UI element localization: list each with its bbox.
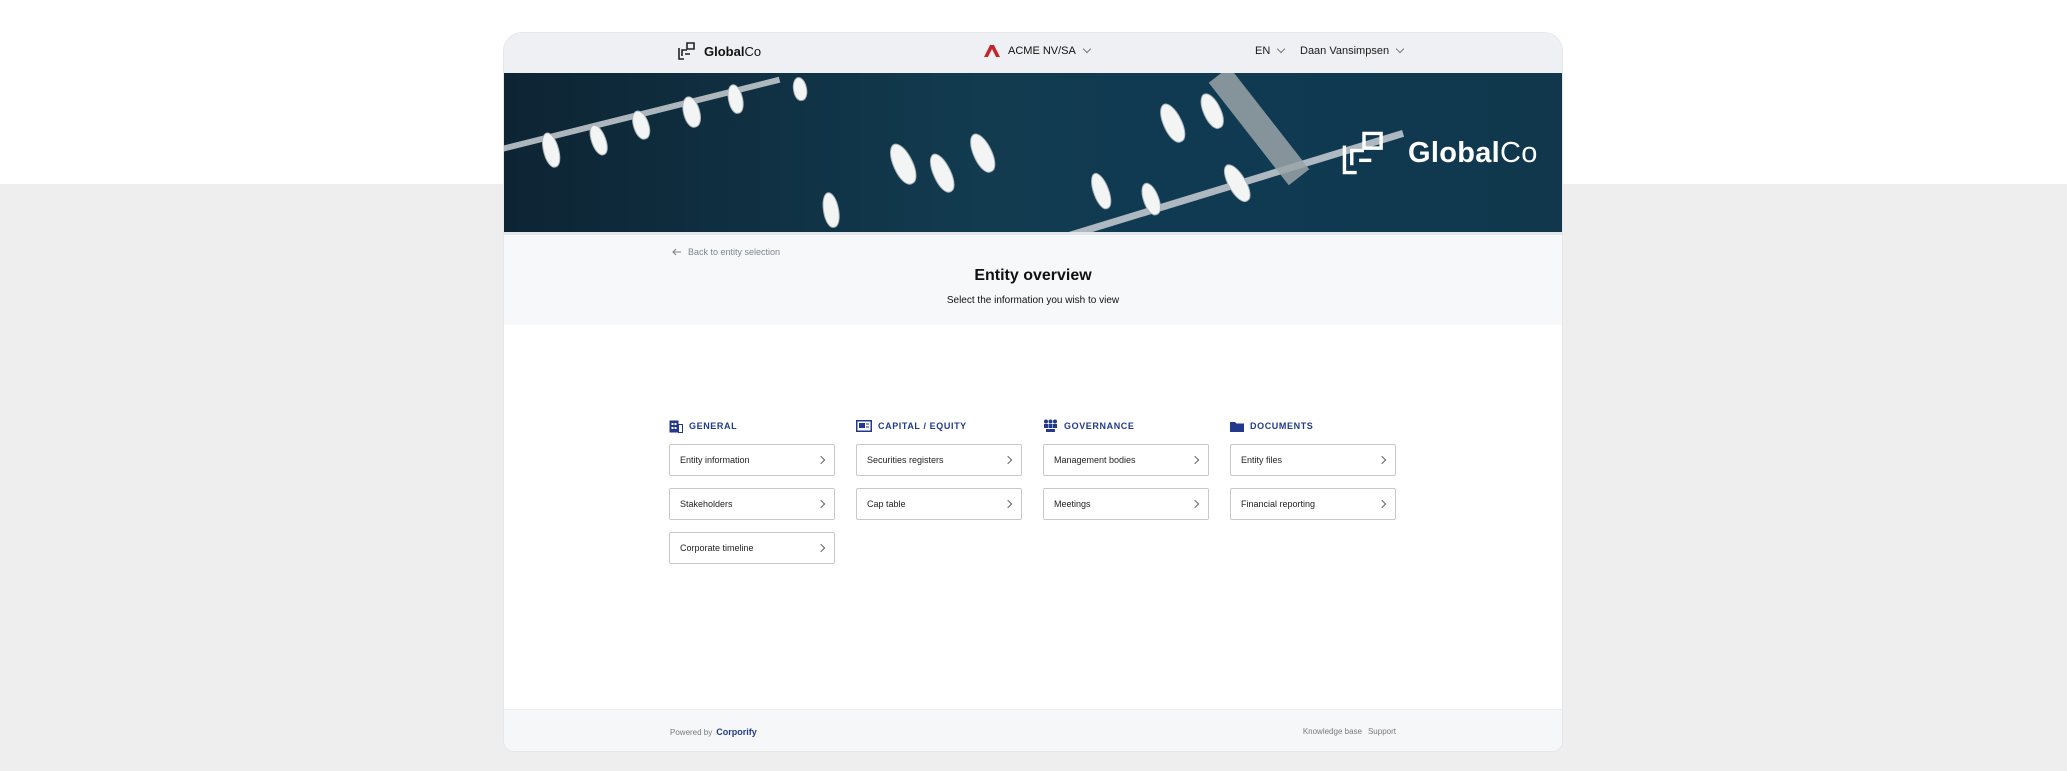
section-governance: GOVERNANCE Management bodies Meetings — [1043, 418, 1211, 532]
entity-files-link[interactable]: Entity files — [1230, 444, 1396, 476]
section-title: GOVERNANCE — [1064, 421, 1135, 431]
brand-logo[interactable]: GlobalCo — [678, 42, 761, 60]
boat-shape — [587, 123, 610, 157]
footer-links: Knowledge base Support — [1303, 727, 1396, 736]
boat-shape — [1156, 101, 1189, 145]
card-label: Management bodies — [1054, 455, 1136, 465]
chevron-right-icon — [1377, 499, 1387, 509]
section-header: DOCUMENTS — [1230, 418, 1398, 434]
chevron-right-icon — [1003, 455, 1013, 465]
meetings-link[interactable]: Meetings — [1043, 488, 1209, 520]
boat-shape — [926, 151, 958, 195]
intro-section: Back to entity selection Entity overview… — [504, 232, 1562, 325]
arrow-left-icon — [672, 248, 681, 256]
folder-icon — [1230, 421, 1244, 432]
chevron-right-icon — [816, 499, 826, 509]
acme-logo-icon — [984, 45, 1000, 57]
boat-shape — [792, 77, 808, 101]
boat-shape — [885, 141, 921, 187]
chevron-down-icon — [1082, 44, 1092, 54]
corporate-timeline-link[interactable]: Corporate timeline — [669, 532, 835, 564]
card-label: Entity information — [680, 455, 750, 465]
card-label: Corporate timeline — [680, 543, 754, 553]
pier-shape — [923, 130, 1405, 232]
chevron-right-icon — [816, 543, 826, 553]
user-menu[interactable]: Daan Vansimpsen — [1300, 44, 1405, 57]
securities-registers-link[interactable]: Securities registers — [856, 444, 1022, 476]
management-bodies-link[interactable]: Management bodies — [1043, 444, 1209, 476]
section-title: GENERAL — [689, 421, 738, 431]
boat-shape — [966, 131, 999, 175]
app-window: GlobalCo ACME NV/SA EN Daan Vansimpsen G… — [504, 33, 1562, 751]
hero-banner: GlobalCo — [504, 73, 1562, 232]
top-bar: GlobalCo ACME NV/SA EN Daan Vansimpsen — [504, 33, 1562, 73]
financial-reporting-link[interactable]: Financial reporting — [1230, 488, 1396, 520]
globalco-logo-icon — [1342, 131, 1383, 175]
page-title: Entity overview — [974, 267, 1092, 284]
card-label: Securities registers — [867, 455, 944, 465]
powered-by: Powered by Corporify — [670, 727, 757, 737]
card-label: Entity files — [1241, 455, 1283, 465]
knowledge-base-link[interactable]: Knowledge base — [1303, 727, 1362, 736]
boat-shape — [1088, 171, 1114, 211]
chevron-right-icon — [1003, 499, 1013, 509]
building-icon — [669, 420, 683, 433]
entity-name: ACME NV/SA — [1008, 45, 1076, 57]
card-label: Cap table — [867, 499, 906, 509]
globalco-logo-icon — [678, 42, 695, 60]
entity-information-link[interactable]: Entity information — [669, 444, 835, 476]
section-header: CAPITAL / EQUITY — [856, 418, 1024, 434]
card-label: Stakeholders — [680, 499, 733, 509]
section-documents: DOCUMENTS Entity files Financial reporti… — [1230, 418, 1398, 532]
entity-switcher[interactable]: ACME NV/SA — [984, 44, 1092, 57]
corporify-link[interactable]: Corporify — [716, 727, 757, 737]
chevron-right-icon — [816, 455, 826, 465]
card-label: Financial reporting — [1241, 499, 1316, 509]
banner-brand-name: GlobalCo — [1408, 136, 1538, 169]
back-link-label: Back to entity selection — [688, 247, 781, 257]
chevron-right-icon — [1190, 499, 1200, 509]
certificate-icon — [856, 420, 872, 432]
boat-shape — [821, 192, 841, 228]
card-label: Meetings — [1054, 499, 1091, 509]
chevron-down-icon — [1277, 44, 1286, 54]
language-label: EN — [1255, 45, 1271, 57]
back-link[interactable]: Back to entity selection — [672, 247, 780, 257]
support-link[interactable]: Support — [1368, 727, 1396, 736]
user-name: Daan Vansimpsen — [1300, 45, 1390, 57]
section-capital-equity: CAPITAL / EQUITY Securities registers Ca… — [856, 418, 1024, 532]
banner-logo: GlobalCo — [1342, 131, 1538, 175]
section-header: GENERAL — [669, 418, 837, 434]
people-icon — [1044, 419, 1057, 432]
section-header: GOVERNANCE — [1043, 418, 1211, 434]
chevron-right-icon — [1190, 455, 1200, 465]
powered-by-label: Powered by — [670, 728, 713, 737]
page-subtitle: Select the information you wish to view — [946, 295, 1120, 306]
section-general: GENERAL Entity information Stakeholders … — [669, 418, 837, 576]
section-title: DOCUMENTS — [1250, 421, 1314, 431]
chevron-down-icon — [1395, 44, 1405, 54]
chevron-right-icon — [1377, 455, 1387, 465]
stakeholders-link[interactable]: Stakeholders — [669, 488, 835, 520]
brand-name: GlobalCo — [704, 43, 762, 59]
footer: Powered by Corporify Knowledge base Supp… — [504, 709, 1562, 751]
language-selector[interactable]: EN — [1255, 44, 1286, 57]
section-title: CAPITAL / EQUITY — [878, 421, 967, 431]
cap-table-link[interactable]: Cap table — [856, 488, 1022, 520]
